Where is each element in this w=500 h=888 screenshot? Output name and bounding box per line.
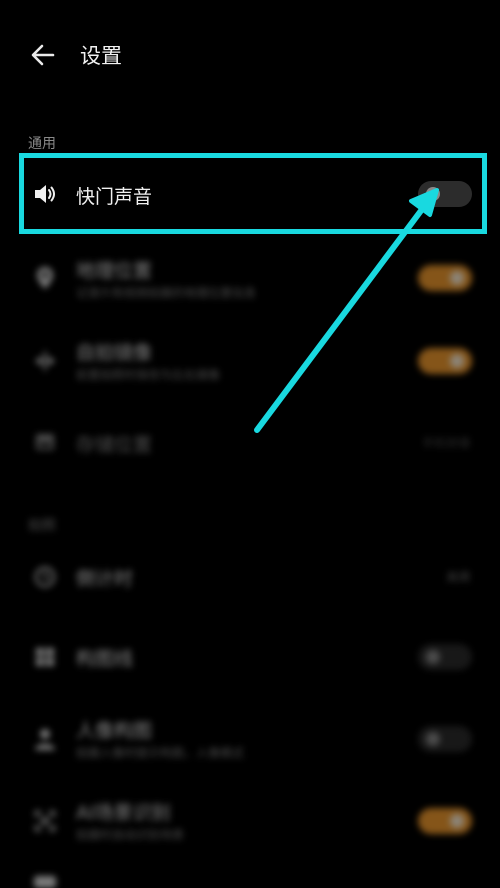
timer-icon bbox=[34, 566, 56, 588]
settings-row-ai-scene[interactable]: AI场景识别 拍摄时自动识别场景 bbox=[0, 792, 500, 852]
toggle-knob bbox=[450, 354, 464, 368]
settings-row-timer[interactable]: 倒计时 关闭 bbox=[0, 556, 500, 600]
row-value: 手机存储 bbox=[421, 436, 470, 450]
toggle-knob bbox=[450, 814, 464, 828]
storage-icon bbox=[36, 434, 54, 450]
settings-row-selfie-mirror[interactable]: 自拍镜像 前置拍照时保存为左右镜像 bbox=[0, 332, 500, 392]
partial-icon bbox=[34, 876, 56, 888]
grid-icon bbox=[36, 648, 54, 666]
row-title: AI场景识别 bbox=[76, 802, 171, 824]
settings-row-partial bbox=[0, 870, 500, 888]
row-subtitle: 拍摄时自动识别场景 bbox=[76, 828, 185, 842]
grid-toggle[interactable] bbox=[418, 644, 472, 670]
scan-icon bbox=[34, 810, 56, 832]
row-subtitle: 拍摄人像时提示构图，人像模式 bbox=[76, 746, 245, 760]
toggle-knob bbox=[426, 650, 440, 664]
row-title: 地理位置 bbox=[76, 260, 153, 282]
row-title: 人像构图 bbox=[76, 720, 153, 742]
mirror-icon bbox=[35, 351, 55, 371]
section-label-general: 通用 bbox=[28, 136, 56, 152]
settings-row-location[interactable]: 地理位置 记录片和视频拍摄的地理位置信息 bbox=[0, 250, 500, 310]
person-icon bbox=[35, 729, 55, 750]
location-toggle[interactable] bbox=[418, 265, 472, 291]
row-title: 构图线 bbox=[76, 648, 134, 670]
row-title: 自拍镜像 bbox=[76, 342, 153, 364]
highlight-box bbox=[19, 153, 487, 234]
page-title: 设置 bbox=[80, 44, 122, 68]
portrait-composition-toggle[interactable] bbox=[418, 726, 472, 752]
section-label-shooting: 拍照 bbox=[28, 518, 56, 534]
ai-scene-toggle[interactable] bbox=[418, 808, 472, 834]
toggle-knob bbox=[450, 271, 464, 285]
row-value: 关闭 bbox=[445, 570, 470, 584]
row-subtitle: 前置拍照时保存为左右镜像 bbox=[76, 368, 221, 382]
location-pin-icon bbox=[37, 267, 53, 289]
row-title: 存储位置 bbox=[76, 434, 153, 456]
back-arrow-icon[interactable] bbox=[30, 42, 56, 68]
settings-row-storage[interactable]: 存储位置 手机存储 bbox=[0, 420, 500, 464]
toggle-knob bbox=[426, 732, 440, 746]
app-header: 设置 bbox=[0, 0, 500, 110]
selfie-mirror-toggle[interactable] bbox=[418, 348, 472, 374]
row-title: 倒计时 bbox=[76, 568, 134, 590]
settings-row-portrait-composition[interactable]: 人像构图 拍摄人像时提示构图，人像模式 bbox=[0, 710, 500, 770]
settings-row-grid[interactable]: 构图线 bbox=[0, 636, 500, 680]
row-subtitle: 记录片和视频拍摄的地理位置信息 bbox=[76, 286, 257, 300]
